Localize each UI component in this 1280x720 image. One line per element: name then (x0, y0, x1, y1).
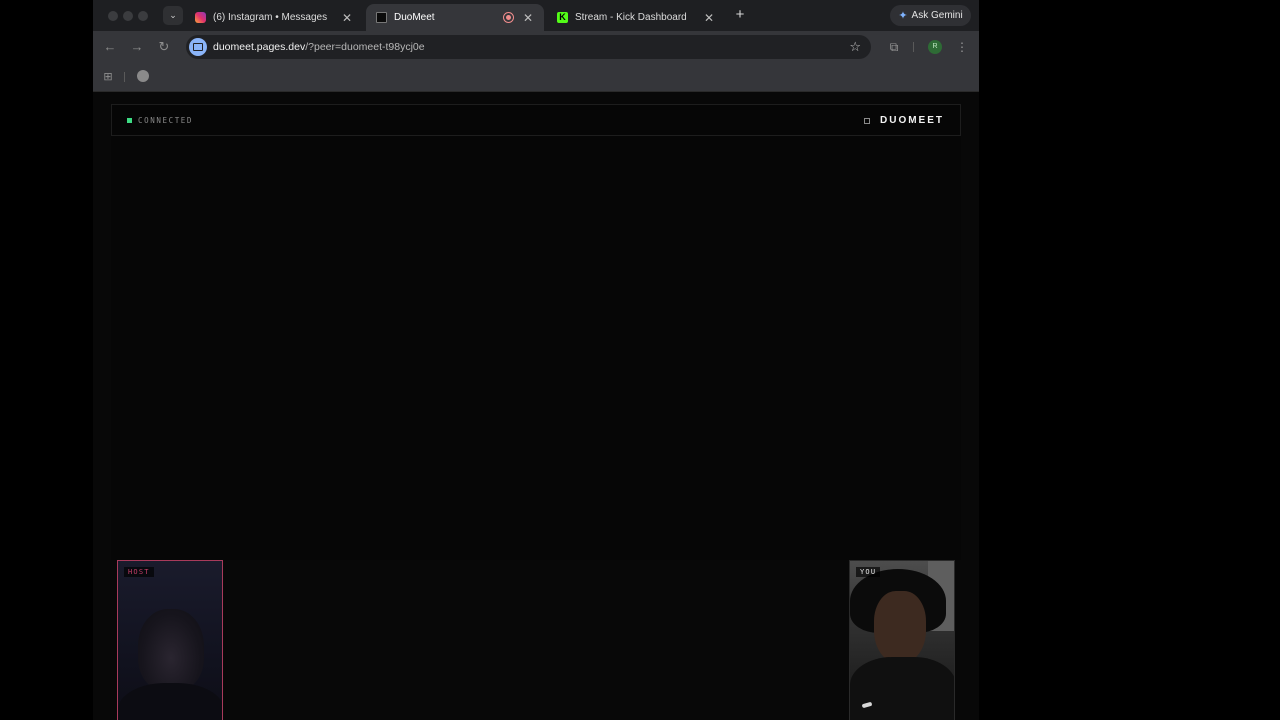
forward-icon[interactable]: → (129, 39, 145, 55)
tab-title: (6) Instagram • Messages (213, 12, 328, 23)
close-icon[interactable]: ✕ (701, 11, 717, 25)
tab-title: Stream - Kick Dashboard (575, 12, 687, 23)
self-video-tile[interactable]: YOU (849, 560, 955, 720)
status-text: CONNECTED (138, 116, 194, 125)
tab-instagram[interactable]: (6) Instagram • Messages ✕ (185, 4, 363, 31)
gemini-label: Ask Gemini (911, 10, 963, 21)
bookmark-star-icon[interactable]: ☆ (849, 39, 861, 55)
window-minimize-button[interactable] (123, 11, 133, 21)
self-video-hoodie (850, 657, 954, 720)
extensions-icon[interactable]: ⧉ (886, 39, 902, 55)
tab-strip: ⌄ (6) Instagram • Messages ✕ DuoMeet ✕ K… (93, 0, 979, 31)
back-icon[interactable]: ← (102, 39, 118, 55)
brand-name: DUOMEET (880, 115, 944, 126)
browser-window: ⌄ (6) Instagram • Messages ✕ DuoMeet ✕ K… (93, 0, 979, 720)
menu-icon[interactable]: ⋮ (954, 39, 970, 55)
app-header: CONNECTED DUOMEET (111, 104, 961, 136)
bookmarks-divider (124, 72, 125, 82)
tab-title: DuoMeet (394, 12, 435, 23)
window-zoom-button[interactable] (138, 11, 148, 21)
tab-kick[interactable]: K Stream - Kick Dashboard ✕ (547, 4, 725, 31)
main-video-stage (111, 136, 961, 560)
self-video-face (874, 591, 926, 663)
brand-mark-icon (864, 117, 870, 124)
profile-avatar[interactable]: R (928, 40, 942, 54)
ask-gemini-button[interactable]: ✦ Ask Gemini (890, 5, 971, 26)
url-path: /?peer=duomeet-t98ycj0e (305, 41, 425, 53)
host-video-tile[interactable]: HOST (117, 560, 223, 720)
window-close-button[interactable] (108, 11, 118, 21)
status-dot-icon (127, 118, 132, 123)
close-icon[interactable]: ✕ (339, 11, 355, 25)
duomeet-icon (376, 12, 387, 23)
gemini-spark-icon: ✦ (898, 10, 908, 22)
tab-search-button[interactable]: ⌄ (163, 6, 183, 25)
duomeet-page: CONNECTED DUOMEET HOST YOU (93, 92, 979, 720)
host-label: HOST (124, 567, 154, 577)
connection-status: CONNECTED (127, 116, 193, 125)
new-tab-button[interactable]: + (731, 6, 749, 24)
site-info-icon[interactable] (189, 38, 207, 56)
host-video-shoulders (118, 683, 222, 720)
instagram-icon (195, 12, 206, 23)
toolbar-divider (913, 42, 914, 52)
address-bar[interactable]: duomeet.pages.dev/?peer=duomeet-t98ycj0e… (186, 35, 871, 59)
globe-icon[interactable] (137, 70, 149, 82)
reload-icon[interactable]: ↻ (156, 39, 172, 55)
url-text: duomeet.pages.dev/?peer=duomeet-t98ycj0e (213, 41, 425, 53)
host-video-subject (138, 609, 204, 691)
you-label: YOU (856, 567, 881, 577)
apps-grid-icon[interactable]: ⊞ (101, 70, 115, 84)
recording-icon (503, 12, 514, 23)
kick-icon: K (557, 12, 568, 23)
browser-toolbar: ← → ↻ duomeet.pages.dev/?peer=duomeet-t9… (93, 31, 979, 63)
tab-duomeet[interactable]: DuoMeet ✕ (366, 4, 544, 31)
url-host: duomeet.pages.dev (213, 41, 306, 53)
bookmarks-bar: ⊞ (93, 63, 979, 92)
brand: DUOMEET (864, 115, 944, 126)
close-icon[interactable]: ✕ (520, 11, 536, 25)
